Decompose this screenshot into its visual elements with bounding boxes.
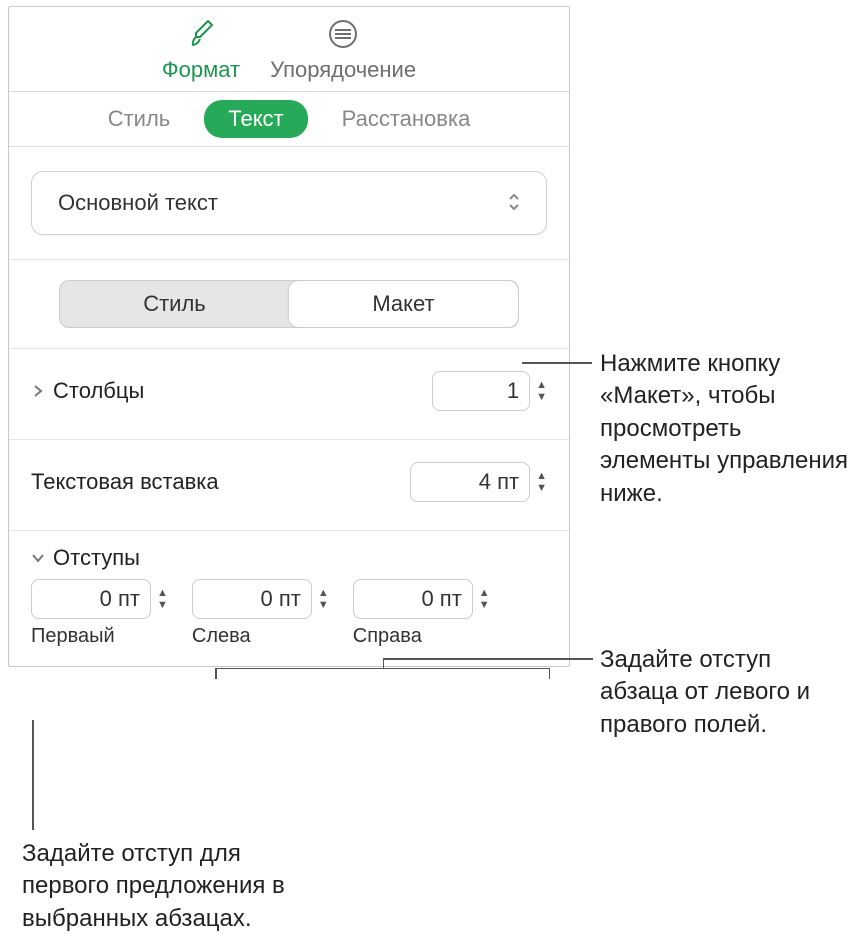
indent-left-value-box[interactable]: 0 пт	[192, 579, 312, 619]
text-inset-label: Текстовая вставка	[31, 469, 219, 495]
tab-format[interactable]: Формат	[162, 15, 240, 83]
columns-stepper[interactable]: 1 ▲ ▼	[432, 371, 547, 411]
callout-leader-line	[522, 362, 592, 364]
segment-style[interactable]: Стиль	[60, 281, 289, 327]
columns-value-box[interactable]: 1	[432, 371, 530, 411]
callout-leader-line	[32, 720, 34, 830]
indents-controls: 0 пт ▲ ▼ Перваый 0 пт ▲ ▼	[31, 579, 547, 648]
callout-bracket	[215, 668, 550, 669]
subtab-arrange[interactable]: Расстановка	[318, 100, 495, 138]
stepper-up-icon: ▲	[318, 588, 329, 598]
stepper-down-icon: ▼	[536, 392, 547, 402]
indent-first-value-box[interactable]: 0 пт	[31, 579, 151, 619]
columns-row: Столбцы 1 ▲ ▼	[31, 363, 547, 419]
text-inset-value: 4 пт	[479, 469, 519, 495]
indent-right-label: Справа	[353, 625, 422, 648]
text-inset-stepper[interactable]: 4 пт ▲ ▼	[410, 462, 547, 502]
indent-right-stepper[interactable]: 0 пт ▲ ▼	[353, 579, 490, 619]
indents-header: Отступы	[53, 545, 140, 571]
stepper-arrows[interactable]: ▲ ▼	[479, 588, 490, 610]
divider	[9, 530, 569, 531]
columns-label: Столбцы	[53, 378, 144, 404]
subtab-text[interactable]: Текст	[204, 100, 307, 138]
callout-layout: Нажмите кнопку «Макет», чтобы просмотрет…	[600, 348, 850, 510]
stepper-up-icon: ▲	[479, 588, 490, 598]
chevron-updown-icon	[508, 192, 520, 215]
subtab-style[interactable]: Стиль	[84, 100, 195, 138]
text-inset-row: Текстовая вставка 4 пт ▲ ▼	[31, 454, 547, 510]
stepper-up-icon: ▲	[536, 471, 547, 481]
stepper-arrows[interactable]: ▲ ▼	[536, 380, 547, 402]
stepper-arrows[interactable]: ▲ ▼	[157, 588, 168, 610]
stepper-down-icon: ▼	[536, 483, 547, 493]
indent-first-stepper[interactable]: 0 пт ▲ ▼	[31, 579, 168, 619]
indent-left-stepper[interactable]: 0 пт ▲ ▼	[192, 579, 329, 619]
stepper-down-icon: ▼	[157, 600, 168, 610]
indent-first-label: Перваый	[31, 625, 115, 648]
paintbrush-icon	[182, 15, 220, 53]
indent-first-value: 0 пт	[100, 586, 140, 612]
indent-left-value: 0 пт	[261, 586, 301, 612]
stepper-arrows[interactable]: ▲ ▼	[536, 471, 547, 493]
stepper-arrows[interactable]: ▲ ▼	[318, 588, 329, 610]
callout-leader-line	[383, 658, 593, 660]
stepper-up-icon: ▲	[157, 588, 168, 598]
sub-tab-bar: Стиль Текст Расстановка	[9, 91, 569, 147]
paragraph-style-value: Основной текст	[58, 190, 218, 216]
chevron-right-icon[interactable]	[31, 384, 45, 398]
top-tab-bar: Формат Упорядочение	[9, 7, 569, 91]
indent-left-label: Слева	[192, 625, 251, 648]
tab-arrange[interactable]: Упорядочение	[270, 15, 416, 83]
panel-body: Основной текст Стиль Макет Столбцы	[9, 147, 569, 666]
stepper-up-icon: ▲	[536, 380, 547, 390]
style-layout-segmented: Стиль Макет	[59, 280, 519, 328]
divider	[9, 259, 569, 260]
text-inset-value-box[interactable]: 4 пт	[410, 462, 530, 502]
indent-right-value: 0 пт	[421, 586, 461, 612]
arrange-icon	[324, 15, 362, 53]
chevron-down-icon[interactable]	[31, 551, 45, 565]
callout-first-indent: Задайте отступ для первого предложения в…	[22, 838, 332, 935]
tab-arrange-label: Упорядочение	[270, 57, 416, 83]
segment-layout[interactable]: Макет	[289, 281, 518, 327]
divider	[9, 348, 569, 349]
format-inspector-panel: Формат Упорядочение Стиль Текст Расстано…	[8, 6, 570, 667]
divider	[9, 439, 569, 440]
tab-format-label: Формат	[162, 57, 240, 83]
callout-margins: Задайте отступ абзаца от левого и правог…	[600, 644, 850, 741]
stepper-down-icon: ▼	[318, 600, 329, 610]
indent-right-value-box[interactable]: 0 пт	[353, 579, 473, 619]
columns-value: 1	[507, 378, 519, 404]
paragraph-style-select[interactable]: Основной текст	[31, 171, 547, 235]
stepper-down-icon: ▼	[479, 600, 490, 610]
